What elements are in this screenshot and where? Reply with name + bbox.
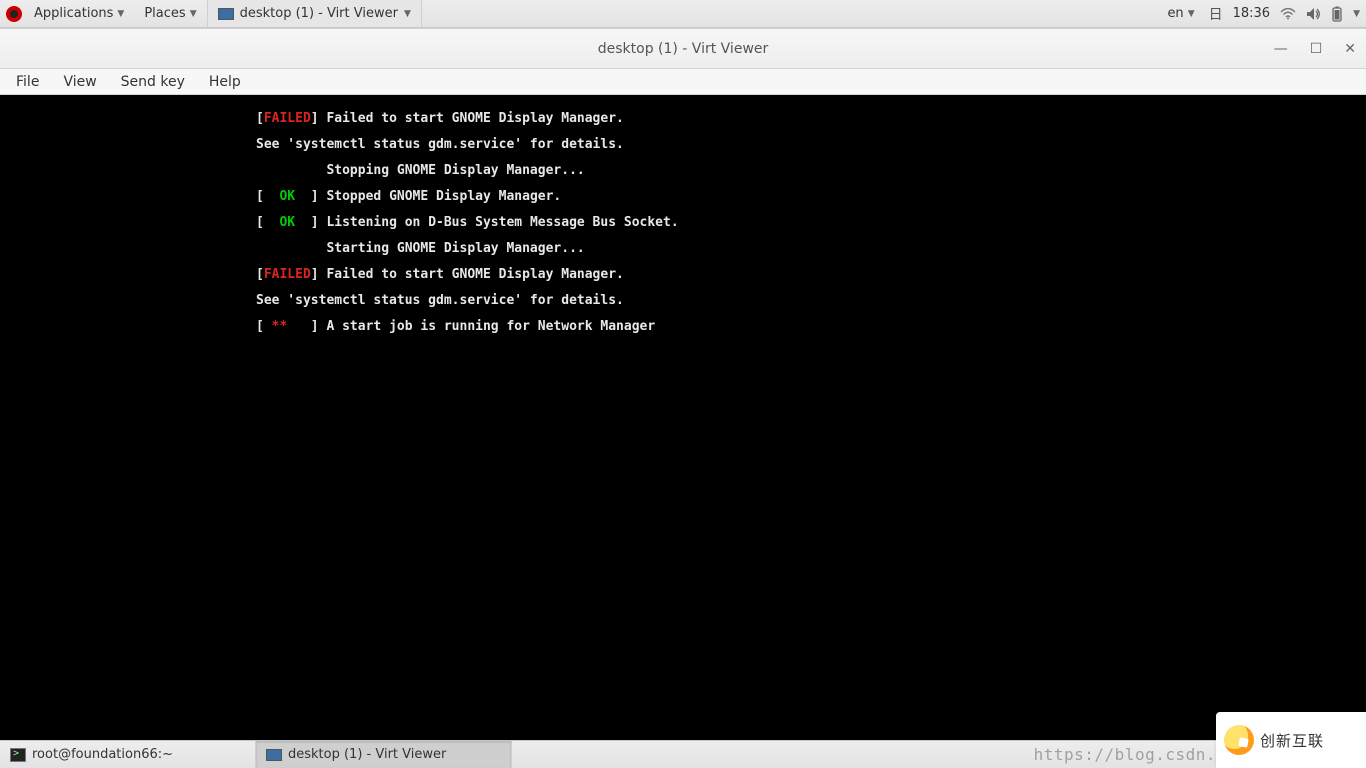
status-ok: OK: [279, 215, 295, 230]
brand-text: 创新互联: [1260, 730, 1324, 751]
console-line: Stopping GNOME Display Manager...: [256, 164, 1366, 177]
watermark-text: https://blog.csdn.: [1034, 745, 1216, 764]
console-line: ] A start job is running for Network Man…: [311, 319, 655, 334]
taskbar-label: root@foundation66:~: [32, 747, 173, 762]
status-ok: OK: [279, 189, 295, 204]
console-line: ] Listening on D-Bus System Message Bus …: [311, 215, 679, 230]
status-spinner: **: [272, 319, 288, 334]
menu-help[interactable]: Help: [199, 72, 251, 92]
vm-console[interactable]: [FAILED] Failed to start GNOME Display M…: [0, 95, 1366, 740]
system-menu-chevron-icon[interactable]: ▼: [1353, 9, 1360, 19]
console-line: See 'systemctl status gdm.service' for d…: [256, 294, 1366, 307]
volume-icon[interactable]: [1306, 7, 1321, 21]
panel-window-label: desktop (1) - Virt Viewer: [240, 6, 398, 21]
input-language-indicator[interactable]: en ▼: [1163, 0, 1198, 27]
panel-window-button[interactable]: desktop (1) - Virt Viewer ▼: [207, 0, 422, 27]
console-line: ] Stopped GNOME Display Manager.: [311, 189, 561, 204]
terminal-icon: [10, 748, 26, 762]
console-line: Starting GNOME Display Manager...: [256, 242, 1366, 255]
wifi-icon[interactable]: [1280, 8, 1296, 20]
taskbar-item-terminal[interactable]: root@foundation66:~: [0, 741, 256, 768]
applications-label: Applications: [34, 6, 113, 21]
chevron-down-icon: ▼: [404, 9, 411, 19]
window-close-button[interactable]: ✕: [1340, 37, 1360, 61]
virt-viewer-window: desktop (1) - Virt Viewer — ☐ ✕ File Vie…: [0, 28, 1366, 740]
menu-sendkey[interactable]: Send key: [111, 72, 195, 92]
distro-logo-icon: [6, 6, 22, 22]
status-failed: FAILED: [264, 267, 311, 282]
window-title: desktop (1) - Virt Viewer: [598, 41, 769, 57]
display-icon: [266, 749, 282, 761]
lang-label: en: [1167, 6, 1183, 21]
window-minimize-button[interactable]: —: [1270, 37, 1292, 61]
battery-icon[interactable]: [1331, 6, 1343, 22]
taskbar-item-virt-viewer[interactable]: desktop (1) - Virt Viewer: [256, 741, 512, 768]
window-menubar: File View Send key Help: [0, 69, 1366, 95]
console-line: ] Failed to start GNOME Display Manager.: [311, 267, 624, 282]
menu-file[interactable]: File: [6, 72, 49, 92]
chevron-down-icon: ▼: [190, 9, 197, 19]
window-titlebar[interactable]: desktop (1) - Virt Viewer — ☐ ✕: [0, 29, 1366, 69]
display-icon: [218, 8, 234, 20]
calendar-day[interactable]: 日: [1209, 4, 1223, 24]
clock[interactable]: 18:36: [1233, 6, 1270, 21]
chevron-down-icon: ▼: [117, 9, 124, 19]
places-label: Places: [144, 6, 185, 21]
gnome-top-panel: Applications ▼ Places ▼ desktop (1) - Vi…: [0, 0, 1366, 28]
gnome-bottom-panel: root@foundation66:~ desktop (1) - Virt V…: [0, 740, 1366, 768]
status-failed: FAILED: [264, 111, 311, 126]
window-maximize-button[interactable]: ☐: [1306, 37, 1327, 61]
places-menu[interactable]: Places ▼: [134, 0, 206, 27]
brand-badge: 创新互联: [1216, 712, 1366, 768]
chevron-down-icon: ▼: [1188, 9, 1195, 19]
console-line: See 'systemctl status gdm.service' for d…: [256, 138, 1366, 151]
applications-menu[interactable]: Applications ▼: [24, 0, 134, 27]
taskbar-label: desktop (1) - Virt Viewer: [288, 747, 446, 762]
brand-logo-icon: [1224, 725, 1254, 755]
console-line: ] Failed to start GNOME Display Manager.: [311, 111, 624, 126]
menu-view[interactable]: View: [53, 72, 106, 92]
